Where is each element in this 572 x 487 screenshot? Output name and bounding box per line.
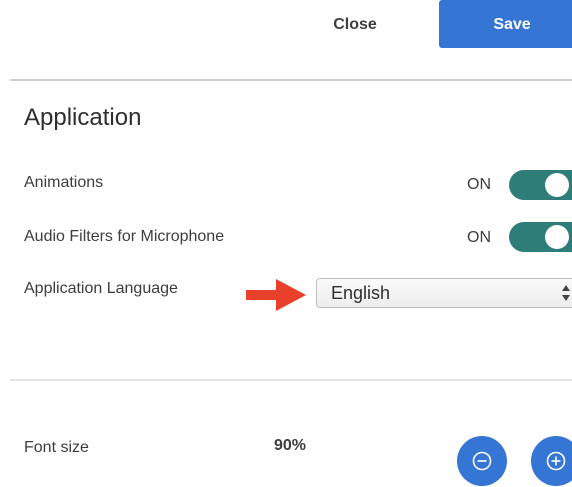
- audio-filters-label: Audio Filters for Microphone: [24, 228, 225, 245]
- minus-circle-icon: [472, 451, 492, 471]
- audio-filters-state-text: ON: [467, 229, 491, 246]
- animations-label: Animations: [24, 174, 104, 191]
- red-arrow-icon: [246, 279, 306, 311]
- save-button[interactable]: Save: [439, 0, 572, 48]
- animations-toggle[interactable]: [509, 170, 572, 200]
- font-size-value: 90%: [274, 437, 307, 454]
- section-title-application: Application: [24, 104, 142, 131]
- section-divider: [10, 379, 572, 381]
- increase-font-button[interactable]: [531, 436, 572, 486]
- application-language-select[interactable]: English: [316, 278, 572, 308]
- settings-page: Close Save Application Animations ON Aud…: [0, 0, 572, 487]
- toggle-knob: [545, 173, 569, 197]
- animations-state-text: ON: [467, 176, 491, 193]
- toggle-knob: [545, 225, 569, 249]
- header-divider: [10, 79, 572, 81]
- audio-filters-toggle[interactable]: [509, 222, 572, 252]
- plus-circle-icon: [546, 451, 566, 471]
- application-language-value: English: [331, 283, 391, 303]
- font-size-label: Font size: [24, 439, 89, 456]
- updown-caret-icon: [562, 285, 570, 301]
- application-language-label: Application Language: [24, 280, 178, 297]
- decrease-font-button[interactable]: [457, 436, 507, 486]
- close-button[interactable]: Close: [314, 10, 396, 40]
